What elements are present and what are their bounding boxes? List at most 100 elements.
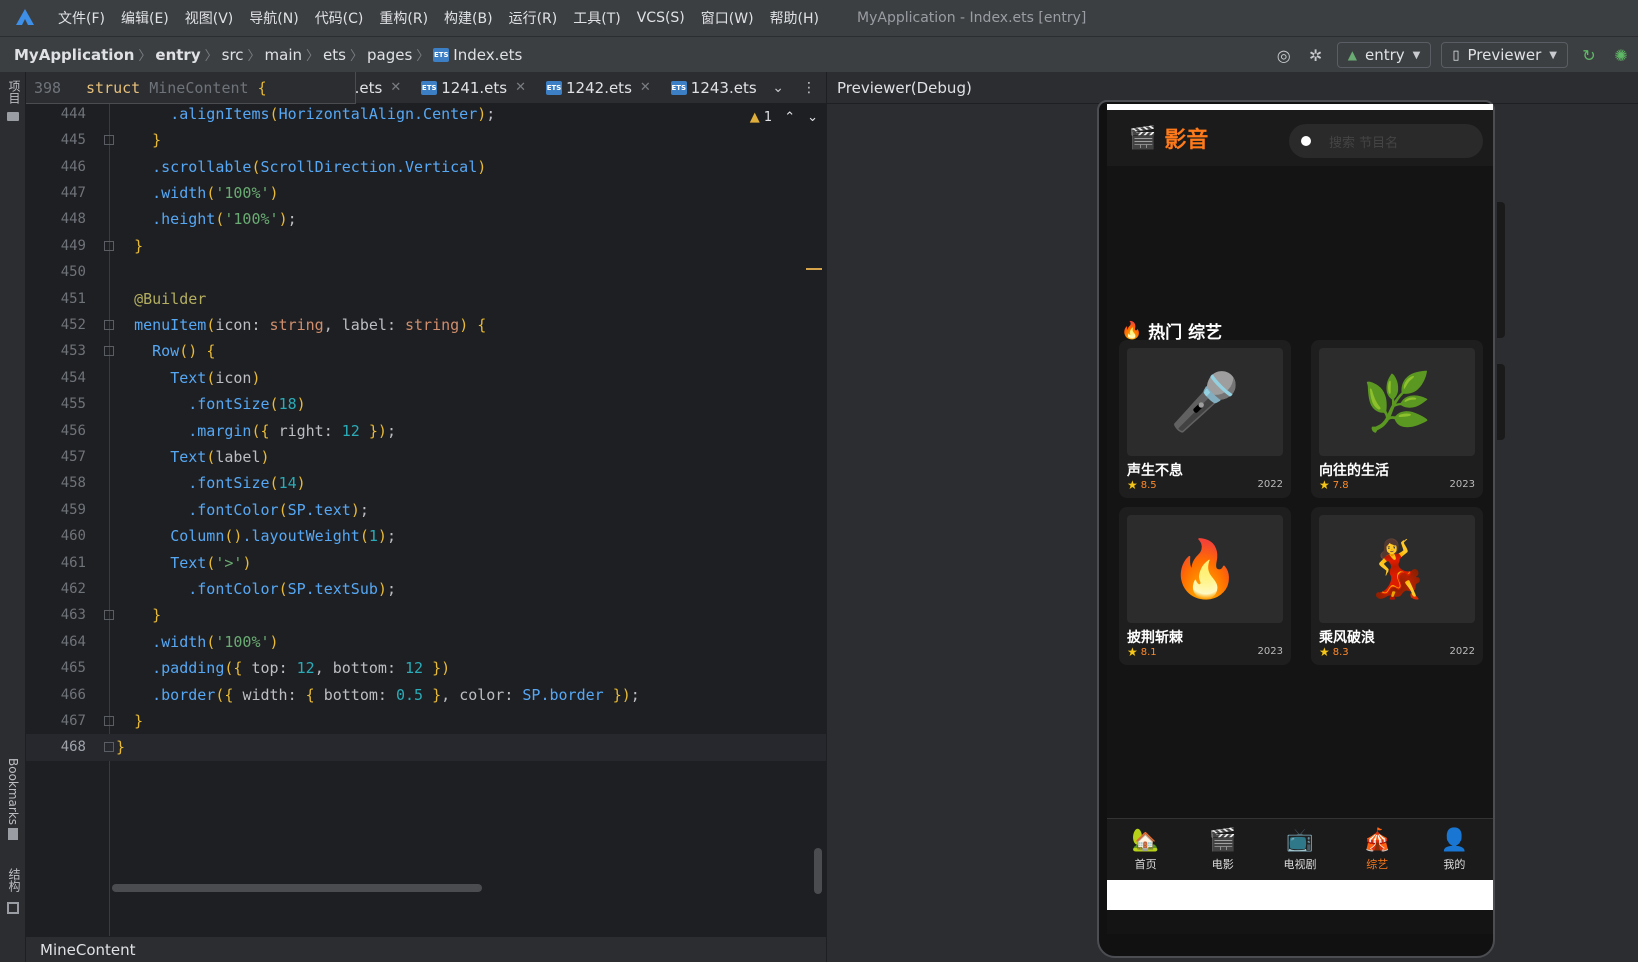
code-line[interactable]: 466 .border({ width: { bottom: 0.5 }, co… xyxy=(26,681,826,709)
line-number[interactable]: 465 xyxy=(26,660,86,676)
code-line[interactable]: 468} xyxy=(26,733,826,762)
module-select[interactable]: ▲ entry ▼ xyxy=(1336,42,1432,68)
nav-movie[interactable]: 🎬 电影 xyxy=(1184,819,1261,880)
line-number[interactable]: 466 xyxy=(26,687,86,703)
menu-refactor[interactable]: 重构(R) xyxy=(371,8,436,28)
code-line[interactable]: 457 Text(label) xyxy=(26,443,826,471)
breadcrumb-pages[interactable]: pages xyxy=(367,46,412,64)
fold-marker-icon[interactable] xyxy=(104,240,114,251)
code-line[interactable]: 448 .height('100%'); xyxy=(26,206,826,234)
code-line[interactable]: 445 } xyxy=(26,126,826,154)
inspection-widget[interactable]: ▲ 1 ⌃ ⌄ xyxy=(750,110,818,125)
menu-file[interactable]: 文件(F) xyxy=(50,8,113,28)
breadcrumb-src[interactable]: src xyxy=(222,46,244,64)
refresh-icon[interactable]: ↻ xyxy=(1578,44,1600,66)
line-number[interactable]: 447 xyxy=(26,185,86,201)
code-line[interactable]: 453 Row() { xyxy=(26,338,826,366)
code-line[interactable]: 459 .fontColor(SP.text); xyxy=(26,496,826,524)
fold-marker-icon[interactable] xyxy=(104,742,114,753)
line-number[interactable]: 450 xyxy=(26,264,86,280)
show-card[interactable]: 💃 乘风破浪 ★ 8.3 2022 xyxy=(1311,507,1483,665)
code-line[interactable]: 464 .width('100%') xyxy=(26,628,826,656)
menu-run[interactable]: 运行(R) xyxy=(501,8,566,28)
breadcrumb-project[interactable]: MyApplication xyxy=(14,46,134,64)
tab-1241-ets[interactable]: ETS 1241.ets ✕ xyxy=(411,72,536,104)
menu-edit[interactable]: 编辑(E) xyxy=(113,8,177,28)
line-number[interactable]: 445 xyxy=(26,132,86,148)
menu-view[interactable]: 视图(V) xyxy=(177,8,242,28)
line-number[interactable]: 461 xyxy=(26,555,86,571)
code-area[interactable]: 444 .alignItems(HorizontalAlign.Center);… xyxy=(26,104,826,936)
line-number[interactable]: 467 xyxy=(26,713,86,729)
menu-tools[interactable]: 工具(T) xyxy=(565,8,628,28)
line-number[interactable]: 446 xyxy=(26,159,86,175)
code-line[interactable]: 467 } xyxy=(26,707,826,735)
code-line[interactable]: 460 Column().layoutWeight(1); xyxy=(26,522,826,550)
fold-marker-icon[interactable] xyxy=(104,346,114,357)
code-line[interactable]: 455 .fontSize(18) xyxy=(26,390,826,418)
device-select[interactable]: ▯ Previewer ▼ xyxy=(1441,42,1568,68)
bug-icon[interactable]: ✲ xyxy=(1305,44,1327,66)
code-line[interactable]: 452 menuItem(icon: string, label: string… xyxy=(26,311,826,339)
vertical-scrollbar[interactable] xyxy=(814,848,822,894)
tab-1243-ets[interactable]: ETS 1243.ets xyxy=(661,72,767,104)
chevron-down-icon[interactable]: ⌄ xyxy=(772,80,784,96)
tab-1242-ets[interactable]: ETS 1242.ets ✕ xyxy=(536,72,661,104)
nav-mine[interactable]: 👤 我的 xyxy=(1416,819,1493,880)
line-number[interactable]: 457 xyxy=(26,449,86,465)
line-number[interactable]: 452 xyxy=(26,317,86,333)
line-number[interactable]: 460 xyxy=(26,528,86,544)
project-tool-tab[interactable]: 项目 xyxy=(6,80,23,104)
code-line[interactable]: 446 .scrollable(ScrollDirection.Vertical… xyxy=(26,153,826,181)
more-options-icon[interactable]: ⋮ xyxy=(802,80,816,96)
chevron-down-icon[interactable]: ⌄ xyxy=(807,110,818,125)
line-number[interactable]: 454 xyxy=(26,370,86,386)
line-number[interactable]: 453 xyxy=(26,343,86,359)
chevron-up-icon[interactable]: ⌃ xyxy=(784,110,795,125)
line-number[interactable]: 463 xyxy=(26,607,86,623)
menu-navigate[interactable]: 导航(N) xyxy=(241,8,306,28)
fold-marker-icon[interactable] xyxy=(104,610,114,621)
show-card[interactable]: 🎤 声生不息 ★ 8.5 2022 xyxy=(1119,340,1291,498)
warning-scroll-marker[interactable] xyxy=(806,268,822,270)
code-line[interactable]: 454 Text(icon) xyxy=(26,364,826,392)
close-icon[interactable]: ✕ xyxy=(640,80,651,95)
line-number[interactable]: 462 xyxy=(26,581,86,597)
settings-icon[interactable]: ✺ xyxy=(1610,44,1632,66)
line-number[interactable]: 448 xyxy=(26,211,86,227)
menu-vcs[interactable]: VCS(S) xyxy=(629,10,693,26)
menu-code[interactable]: 代码(C) xyxy=(307,8,372,28)
code-line[interactable]: 463 } xyxy=(26,602,826,630)
search-box[interactable]: 搜索 节目名 xyxy=(1289,124,1483,158)
fold-marker-icon[interactable] xyxy=(104,319,114,330)
fold-marker-icon[interactable] xyxy=(104,715,114,726)
warning-indicator[interactable]: ▲ 1 xyxy=(750,110,772,125)
code-line[interactable]: 449 } xyxy=(26,232,826,260)
fold-marker-icon[interactable] xyxy=(104,135,114,146)
line-number[interactable]: 458 xyxy=(26,475,86,491)
line-number[interactable]: 459 xyxy=(26,502,86,518)
close-icon[interactable]: ✕ xyxy=(515,80,526,95)
line-number[interactable]: 455 xyxy=(26,396,86,412)
nav-variety[interactable]: 🎪 综艺 xyxy=(1339,819,1416,880)
show-card[interactable]: 🌿 向往的生活 ★ 7.8 2023 xyxy=(1311,340,1483,498)
line-number[interactable]: 464 xyxy=(26,634,86,650)
breadcrumb-module[interactable]: entry xyxy=(155,46,200,64)
menu-build[interactable]: 构建(B) xyxy=(436,8,501,28)
code-line[interactable]: 461 Text('>') xyxy=(26,549,826,577)
breadcrumb-file[interactable]: Index.ets xyxy=(453,46,522,64)
code-editor[interactable]: 251.ets✕ ETS1241.ets✕ ETS1242.ets✕ ETS12… xyxy=(26,72,826,936)
line-number[interactable]: 444 xyxy=(26,106,86,122)
close-icon[interactable]: ✕ xyxy=(390,80,401,95)
line-number[interactable]: 456 xyxy=(26,423,86,439)
breadcrumb-main[interactable]: main xyxy=(265,46,302,64)
code-line[interactable]: 447 .width('100%') xyxy=(26,179,826,207)
code-line[interactable]: 465 .padding({ top: 12, bottom: 12 }) xyxy=(26,654,826,682)
sticky-scope-header[interactable]: 398 struct MineContent { xyxy=(26,72,356,104)
breadcrumb-ets[interactable]: ets xyxy=(323,46,346,64)
line-number[interactable]: 449 xyxy=(26,238,86,254)
line-number[interactable]: 468 xyxy=(26,739,86,755)
bookmarks-tool-tab[interactable]: Bookmarks xyxy=(6,758,20,825)
menu-window[interactable]: 窗口(W) xyxy=(693,8,762,28)
horizontal-scrollbar[interactable] xyxy=(112,884,482,892)
